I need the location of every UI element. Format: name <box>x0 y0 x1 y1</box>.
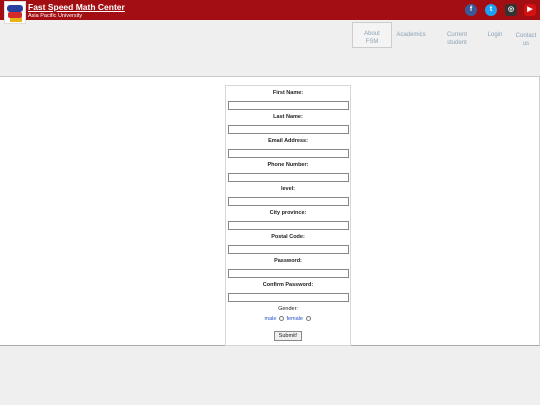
site-title-link[interactable]: Fast Speed Math Center <box>28 2 125 12</box>
female-label: female <box>286 316 303 322</box>
nav-login[interactable]: Login <box>484 22 506 76</box>
gender-options: male female <box>226 315 350 323</box>
password-input[interactable] <box>227 269 349 278</box>
postal-label: Postal Code: <box>271 234 305 240</box>
male-radio[interactable] <box>278 316 284 322</box>
confirm-password-input[interactable] <box>227 293 349 302</box>
postal-input[interactable] <box>227 245 349 254</box>
last-name-input[interactable] <box>227 125 349 134</box>
first-name-label: First Name: <box>272 90 304 96</box>
female-radio[interactable] <box>305 316 311 322</box>
last-name-label: Last Name: <box>273 114 303 120</box>
header-bar: Fast Speed Math Center Asia Pacific Univ… <box>0 0 540 24</box>
password-label: Password: <box>274 258 302 264</box>
level-label: level: <box>280 186 296 192</box>
submit-button[interactable]: Submit! <box>274 331 302 341</box>
phone-label: Phone Number: <box>267 162 309 168</box>
nav-current-student[interactable]: Current student <box>440 22 474 76</box>
main-content: First Name: Last Name: Email Address: Ph… <box>0 76 540 346</box>
instagram-icon[interactable]: ◎ <box>505 4 517 16</box>
male-label: male <box>264 316 277 322</box>
city-label: City province: <box>269 210 307 216</box>
nav-about-line1: About <box>364 31 380 37</box>
email-label: Email Address: <box>268 138 308 144</box>
email-input[interactable] <box>227 149 349 158</box>
phone-input[interactable] <box>227 173 349 182</box>
school-logo[interactable] <box>4 1 26 24</box>
level-input[interactable] <box>227 197 349 206</box>
first-name-input[interactable] <box>227 101 349 110</box>
youtube-icon[interactable]: ▶ <box>524 4 536 16</box>
twitter-icon[interactable]: t <box>485 4 497 16</box>
gender-label: Gender: <box>278 306 298 312</box>
confirm-password-label: Confirm Password: <box>262 282 314 288</box>
nav-about-fsm[interactable]: About FSM <box>352 22 392 48</box>
site-subtitle: Asia Pacific University <box>28 13 83 19</box>
nav-academics[interactable]: Academics <box>394 22 428 76</box>
nav-contact-line1: Contact <box>515 33 537 39</box>
facebook-icon[interactable]: f <box>465 4 477 16</box>
nav-about-line2: FSM <box>365 39 379 45</box>
nav-current-line2: student <box>447 40 467 46</box>
city-input[interactable] <box>227 221 349 230</box>
nav-contact-us[interactable]: Contact us <box>513 22 539 76</box>
nav-contact-line2: us <box>522 41 530 47</box>
registration-form: First Name: Last Name: Email Address: Ph… <box>225 85 351 346</box>
nav-current-line1: Current <box>446 32 467 38</box>
